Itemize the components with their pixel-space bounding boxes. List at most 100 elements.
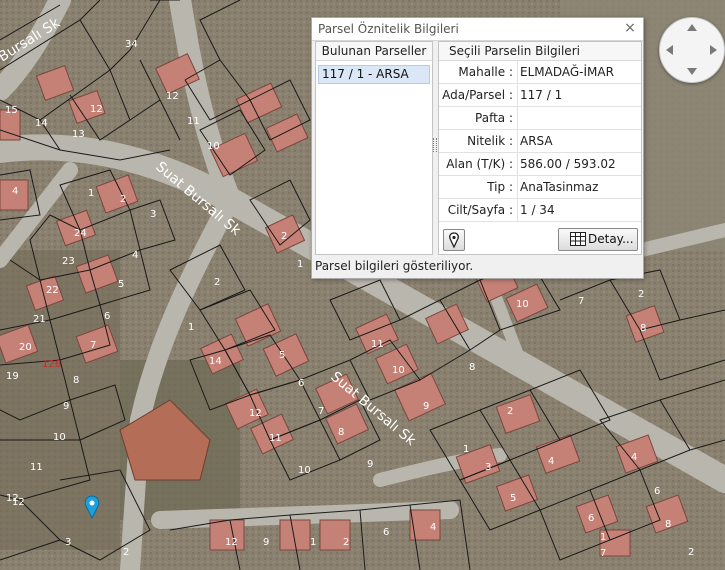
parcel-number: 1 (88, 188, 94, 199)
parcel-number: 1 (297, 259, 303, 270)
field-label: Tip : (487, 180, 513, 194)
parcel-number: 10 (207, 141, 220, 152)
parcel-number: 4 (548, 456, 554, 467)
parcel-number: 4 (12, 186, 18, 197)
locate-parcel-button[interactable] (443, 229, 465, 251)
parcel-number: 4 (430, 522, 436, 533)
parcel-number: 7 (318, 406, 324, 417)
parcel-number: 15 (5, 105, 18, 116)
arrow-up-icon[interactable] (687, 24, 697, 31)
parcel-number: 9 (367, 459, 373, 470)
parcel-number: 19 (6, 371, 19, 382)
field-label: Ada/Parsel : (442, 88, 513, 102)
field-value: 1 / 34 (517, 199, 555, 221)
parcel-number: 2 (507, 406, 513, 417)
field-row-pafta: Pafta : (439, 107, 641, 130)
selected-parcel-header: Seçili Parselin Bilgileri (439, 42, 641, 61)
parcel-number: 2 (343, 537, 349, 548)
field-label: Pafta : (475, 111, 513, 125)
parcel-number: 6 (654, 486, 660, 497)
field-value: AnaTasinmaz (517, 176, 598, 198)
parcel-number: 11 (187, 116, 200, 127)
parcel-attributes-dialog: Parsel Öznitelik Bilgileri × Bulunan Par… (311, 17, 644, 279)
parcel-number: 1 (310, 537, 316, 548)
parcel-number: 9 (63, 401, 69, 412)
parcel-number: 14 (209, 356, 222, 367)
parcel-number: 12 (90, 104, 103, 115)
parcel-number: 7 (578, 296, 584, 307)
parcel-number: 21 (33, 314, 46, 325)
parcel-number: 8 (73, 375, 79, 386)
parcel-number: 11 (371, 339, 384, 350)
parcel-number: 9 (263, 537, 269, 548)
parcel-number: 11 (30, 462, 43, 473)
selected-parcel-pane: Seçili Parselin Bilgileri Mahalle : ELMA… (438, 41, 642, 255)
field-row-mahalle: Mahalle : ELMADAĞ-İMAR (439, 61, 641, 84)
found-parcels-header: Bulunan Parseller (316, 42, 432, 61)
found-parcels-pane: Bulunan Parseller 117 / 1 - ARSA (315, 41, 433, 255)
parcel-number: 14 (35, 118, 48, 129)
list-item[interactable]: 117 / 1 - ARSA (318, 65, 430, 84)
parcel-number: 3 (65, 537, 71, 548)
parcel-number: 1 (463, 444, 469, 455)
parcel-number: 12 (12, 497, 25, 508)
parcel-number: 8 (469, 362, 475, 373)
arrow-right-icon[interactable] (710, 45, 717, 55)
map-pin-icon (449, 232, 459, 249)
parcel-number: 6 (588, 513, 594, 524)
parcel-number: 1 (600, 532, 606, 543)
parcel-number: 6 (298, 378, 304, 389)
arrow-down-icon[interactable] (687, 68, 697, 75)
parcel-number: 10 (516, 299, 529, 310)
field-row-alan: Alan (T/K) : 586.00 / 593.02 (439, 153, 641, 176)
parcel-number: 6 (104, 311, 110, 322)
parcel-number: 6 (383, 527, 389, 538)
detail-button-label: Detay... (588, 232, 634, 246)
parcel-number: 10 (53, 432, 66, 443)
parcel-number: 10 (298, 465, 311, 476)
parcel-number: 3 (150, 209, 156, 220)
parcel-number: 2 (120, 194, 126, 205)
field-value: ARSA (517, 130, 553, 152)
parcel-number: 12 (166, 91, 179, 102)
parcel-number: 9 (423, 401, 429, 412)
parcel-number: 12 (249, 408, 262, 419)
field-value: ELMADAĞ-İMAR (517, 61, 614, 83)
field-value (517, 107, 520, 129)
parcel-number: 8 (640, 323, 646, 334)
parcel-number: 2 (281, 231, 287, 242)
parcel-number: 20 (19, 342, 32, 353)
field-value: 117 / 1 (517, 84, 562, 106)
parcel-number: 23 (62, 256, 75, 267)
parcel-number: 8 (665, 519, 671, 530)
parcel-number: 8 (338, 427, 344, 438)
parcel-number: 2 (123, 547, 129, 558)
close-icon[interactable]: × (622, 20, 638, 36)
field-row-ada-parsel: Ada/Parsel : 117 / 1 (439, 84, 641, 107)
parcel-number: 12 (225, 537, 238, 548)
field-label: Alan (T/K) : (446, 157, 513, 171)
arrow-left-icon[interactable] (666, 45, 673, 55)
field-row-nitelik: Nitelik : ARSA (439, 130, 641, 153)
parcel-number: 34 (125, 39, 138, 50)
parcel-number: 1 (188, 322, 194, 333)
detail-button[interactable]: Detay... (558, 228, 638, 251)
dialog-title-bar[interactable]: Parsel Öznitelik Bilgileri × (312, 18, 643, 41)
status-text: Parsel bilgileri gösteriliyor. (315, 259, 474, 273)
parcel-number: 11 (269, 433, 282, 444)
parcel-number: 24 (74, 228, 87, 239)
table-icon (570, 232, 586, 246)
parcel-number: 7 (600, 548, 606, 559)
parcel-number: 13 (72, 129, 85, 140)
dialog-title: Parsel Öznitelik Bilgileri (318, 22, 459, 36)
map-pan-control[interactable] (659, 17, 725, 83)
parcel-number: 2 (214, 277, 220, 288)
field-row-cilt-sayfa: Cilt/Sayfa : 1 / 34 (439, 199, 641, 222)
field-value: 586.00 / 593.02 (517, 153, 616, 175)
field-label: Cilt/Sayfa : (447, 203, 513, 217)
red-parcel-label: 126 (42, 359, 61, 370)
field-label: Mahalle : (458, 65, 513, 79)
pane-splitter[interactable] (433, 138, 437, 152)
parcel-number: 5 (279, 350, 285, 361)
parcel-number: 2 (638, 289, 644, 300)
